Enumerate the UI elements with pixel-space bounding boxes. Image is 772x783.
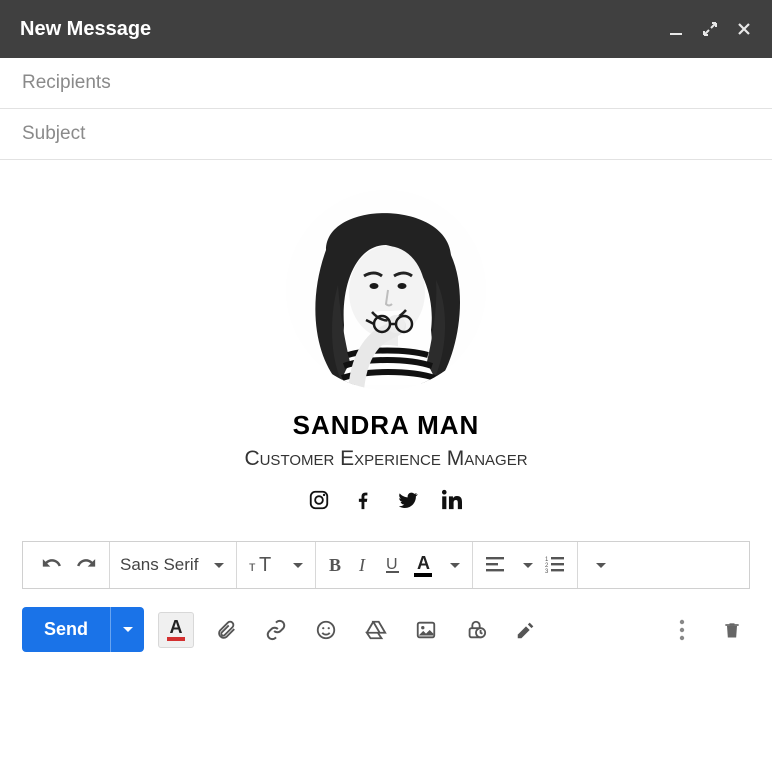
svg-text:B: B <box>329 555 341 575</box>
align-button[interactable] <box>479 552 511 578</box>
redo-button[interactable] <box>69 551 103 579</box>
text-color-dropdown[interactable] <box>438 559 466 572</box>
signature-title: Customer Experience Manager <box>22 447 750 471</box>
compose-titlebar: New Message <box>0 0 772 58</box>
font-family-label: Sans Serif <box>116 555 202 575</box>
list-button[interactable]: 123 <box>539 552 571 578</box>
insert-link-icon[interactable] <box>258 612 294 648</box>
drive-icon[interactable] <box>358 612 394 648</box>
underline-button[interactable]: U <box>378 551 408 579</box>
compose-bottom-bar: Send A <box>0 589 772 670</box>
compose-title: New Message <box>20 18 668 41</box>
insert-signature-icon[interactable] <box>508 612 544 648</box>
font-size-dropdown[interactable] <box>281 559 309 572</box>
svg-text:3: 3 <box>545 569 549 574</box>
instagram-icon[interactable] <box>308 489 330 511</box>
svg-text:U: U <box>386 556 398 573</box>
formatting-toggle-button[interactable]: A <box>158 612 194 648</box>
send-button-group: Send <box>22 607 144 652</box>
recipients-input[interactable] <box>22 72 750 94</box>
signature-avatar <box>286 190 486 390</box>
subject-input[interactable] <box>22 123 750 145</box>
font-size-button[interactable]: тT <box>243 551 281 579</box>
send-options-dropdown[interactable] <box>110 607 144 652</box>
text-color-button[interactable]: A <box>408 550 438 581</box>
minimize-icon[interactable] <box>668 21 684 37</box>
close-icon[interactable] <box>736 21 752 37</box>
more-formatting-dropdown[interactable] <box>584 559 612 572</box>
undo-button[interactable] <box>35 551 69 579</box>
bottom-right-actions <box>664 612 750 648</box>
svg-text:T: T <box>259 555 271 575</box>
message-body[interactable]: SANDRA MAN Customer Experience Manager <box>0 160 772 541</box>
bold-button[interactable]: B <box>322 551 350 579</box>
svg-text:I: I <box>358 555 366 575</box>
more-options-icon[interactable] <box>664 612 700 648</box>
send-button[interactable]: Send <box>22 607 110 652</box>
recipients-row <box>0 58 772 109</box>
attach-file-icon[interactable] <box>208 612 244 648</box>
insert-photo-icon[interactable] <box>408 612 444 648</box>
font-family-dropdown[interactable] <box>202 559 230 572</box>
svg-text:т: т <box>249 558 256 574</box>
popout-icon[interactable] <box>702 21 718 37</box>
signature-name: SANDRA MAN <box>22 410 750 441</box>
discard-draft-icon[interactable] <box>714 612 750 648</box>
facebook-icon[interactable] <box>352 489 374 511</box>
twitter-icon[interactable] <box>396 489 420 511</box>
subject-row <box>0 109 772 160</box>
signature-social-row <box>22 489 750 511</box>
format-toolbar: Sans Serif тT B I U A 123 <box>22 541 750 589</box>
emoji-icon[interactable] <box>308 612 344 648</box>
italic-button[interactable]: I <box>350 551 378 579</box>
confidential-mode-icon[interactable] <box>458 612 494 648</box>
linkedin-icon[interactable] <box>442 489 464 511</box>
titlebar-actions <box>668 21 752 37</box>
align-dropdown[interactable] <box>511 559 539 572</box>
bottom-toolbar-icons: A <box>158 612 544 648</box>
